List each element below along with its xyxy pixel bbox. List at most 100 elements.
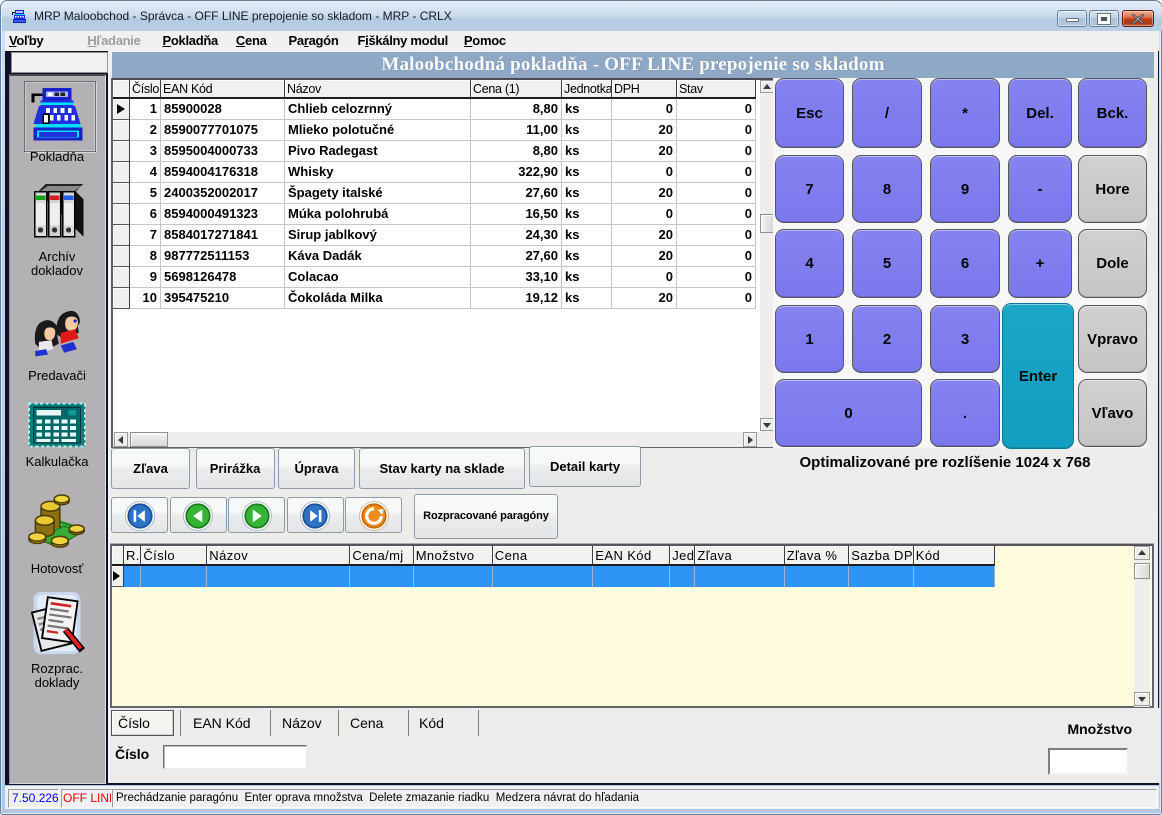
numpad-key-Vavo[interactable]: Vľavo <box>1078 379 1147 447</box>
previous-record-button[interactable] <box>170 497 227 533</box>
action-button-5[interactable]: Detail karty <box>529 446 641 487</box>
search-input[interactable] <box>163 745 307 769</box>
products-cell: 6 <box>130 204 161 225</box>
products-vertical-scrollbar[interactable] <box>760 80 774 432</box>
menu-item-1[interactable]: Voľby <box>5 31 51 51</box>
products-row-5[interactable]: 52400352002017Špagety italské27,60ks200 <box>113 183 756 204</box>
receipt-selected-row[interactable] <box>124 566 995 587</box>
binders-icon <box>27 184 87 246</box>
action-button-3[interactable]: Úprava <box>278 448 355 489</box>
numpad-key-2[interactable]: 2 <box>852 305 922 373</box>
scroll-thumb[interactable] <box>1134 563 1150 579</box>
numpad-key-[interactable]: + <box>1008 229 1072 298</box>
products-row-10[interactable]: 10395475210Čokoláda Milka19,12ks200 <box>113 288 756 309</box>
numpad-key-[interactable]: . <box>930 379 1000 447</box>
sidebar-item-archiv[interactable]: Archív dokladov <box>10 184 105 278</box>
products-row-4[interactable]: 48594004176318Whisky322,90ks00 <box>113 162 756 183</box>
menu-item-4[interactable]: Cena <box>228 31 275 51</box>
tab-4[interactable]: Cena <box>350 710 383 736</box>
quantity-input[interactable] <box>1048 748 1128 775</box>
first-record-button[interactable] <box>111 497 168 533</box>
action-button-1[interactable]: Zľava <box>111 448 190 489</box>
sidebar-item-rozprac[interactable]: Rozprac. doklady <box>10 590 105 690</box>
numpad-key-3[interactable]: 3 <box>930 305 1000 373</box>
accelerator-underline: P <box>464 33 472 48</box>
sidebar-item-pokladna[interactable]: Pokladňa <box>10 84 105 164</box>
numpad-key-0[interactable]: 0 <box>775 379 922 447</box>
menu-item-5[interactable]: Paragón <box>281 31 347 51</box>
action-button-2[interactable]: Prirážka <box>196 448 275 489</box>
products-row-2[interactable]: 28590077701075Mlieko polotučné11,00ks200 <box>113 120 756 141</box>
scroll-down-button[interactable] <box>1134 692 1150 706</box>
minimize-button[interactable] <box>1057 10 1087 27</box>
products-table-body[interactable]: ČísloEAN KódNázovCena (1)JednotkaDPHStav… <box>113 80 756 431</box>
tab-2[interactable]: EAN Kód <box>193 710 251 736</box>
sidebar-item-hotovost[interactable]: Hotovosť <box>10 494 105 576</box>
products-cell: 0 <box>612 204 677 225</box>
numpad-key-[interactable]: - <box>1008 155 1072 223</box>
products-row-9[interactable]: 95698126478Colacao33,10ks00 <box>113 267 756 288</box>
refresh-button[interactable] <box>345 497 402 533</box>
scroll-right-button[interactable] <box>743 432 757 447</box>
row-indicator-cell <box>113 204 130 225</box>
scroll-up-button[interactable] <box>1134 546 1150 560</box>
scroll-thumb[interactable] <box>760 214 774 233</box>
tab-cislo[interactable]: Číslo <box>111 710 174 736</box>
scroll-thumb[interactable] <box>130 432 168 447</box>
receipts-in-progress-button[interactable]: Rozpracované paragóny <box>414 494 558 539</box>
numpad-key-5[interactable]: 5 <box>852 229 922 298</box>
numpad-key-Bck[interactable]: Bck. <box>1078 78 1147 148</box>
numpad: Esc/*Del.Bck. 789-Hore 456+Dole 123EnterVpr… <box>773 78 1156 502</box>
products-table[interactable]: ČísloEAN KódNázovCena (1)JednotkaDPHStav… <box>111 78 776 448</box>
numpad-key-Enter[interactable]: Enter <box>1002 303 1074 449</box>
sidebar-item-predavaci[interactable]: Predavači <box>10 302 105 383</box>
numpad-key-8[interactable]: 8 <box>852 155 922 223</box>
numpad-key-Vpravo[interactable]: Vpravo <box>1078 305 1147 373</box>
scroll-left-button[interactable] <box>114 432 128 447</box>
menu-item-6[interactable]: Fiškálny modul <box>349 31 455 51</box>
last-record-button[interactable] <box>287 497 344 533</box>
numpad-key-1[interactable]: 1 <box>775 305 844 373</box>
products-column-header: DPH <box>612 80 677 99</box>
products-row-3[interactable]: 38595004000733Pivo Radegast8,80ks200 <box>113 141 756 162</box>
products-horizontal-scrollbar[interactable] <box>113 432 774 447</box>
products-row-1[interactable]: 185900028Chlieb celozrnný8,80ks00 <box>113 99 756 120</box>
products-row-8[interactable]: 8987772511153Káva Dadák27,60ks200 <box>113 246 756 267</box>
numpad-key-4[interactable]: 4 <box>775 229 844 298</box>
menu-item-7[interactable]: Pomoc <box>456 31 514 51</box>
scroll-up-button[interactable] <box>760 80 774 93</box>
menu-item-3[interactable]: Pokladňa <box>155 31 226 51</box>
receipt-table[interactable]: R.ČísloNázovCena/mjMnožstvoCenaEAN KódJe… <box>110 544 1154 708</box>
action-button-4[interactable]: Stav karty na sklade <box>359 448 525 489</box>
row-indicator-cell <box>113 183 130 204</box>
numpad-key-9[interactable]: 9 <box>930 155 1000 223</box>
next-record-button[interactable] <box>228 497 285 533</box>
tab-3[interactable]: Názov <box>282 710 322 736</box>
numpad-key-Del[interactable]: Del. <box>1008 78 1072 148</box>
numpad-key-Esc[interactable]: Esc <box>775 78 844 148</box>
receipt-cell <box>593 566 670 587</box>
scroll-down-button[interactable] <box>760 418 774 431</box>
numpad-key-7[interactable]: 7 <box>775 155 844 223</box>
numpad-key-Hore[interactable]: Hore <box>1078 155 1147 223</box>
restore-button[interactable] <box>1089 10 1119 27</box>
numpad-key-Dole[interactable]: Dole <box>1078 229 1147 298</box>
receipt-vertical-scrollbar[interactable] <box>1134 546 1150 707</box>
products-cell: 0 <box>612 162 677 183</box>
numpad-key-[interactable]: / <box>852 78 922 148</box>
sidebar-item-kalkulacka[interactable]: Kalkulačka <box>10 401 105 469</box>
products-cell: 5698126478 <box>161 267 285 288</box>
numpad-key-[interactable]: * <box>930 78 1000 148</box>
products-cell: 16,50 <box>471 204 562 225</box>
products-cell: 9 <box>130 267 161 288</box>
tab-5[interactable]: Kód <box>419 710 444 736</box>
products-cell: 33,10 <box>471 267 562 288</box>
close-button[interactable] <box>1122 10 1154 27</box>
numpad-key-6[interactable]: 6 <box>930 229 1000 298</box>
products-row-7[interactable]: 78584017271841Sirup jablkový24,30ks200 <box>113 225 756 246</box>
products-column-header: Číslo <box>130 80 161 99</box>
products-row-6[interactable]: 68594000491323Múka polohrubá16,50ks00 <box>113 204 756 225</box>
receipt-column-header: R. <box>124 546 141 566</box>
products-cell: 27,60 <box>471 246 562 267</box>
receipt-cell <box>350 566 413 587</box>
